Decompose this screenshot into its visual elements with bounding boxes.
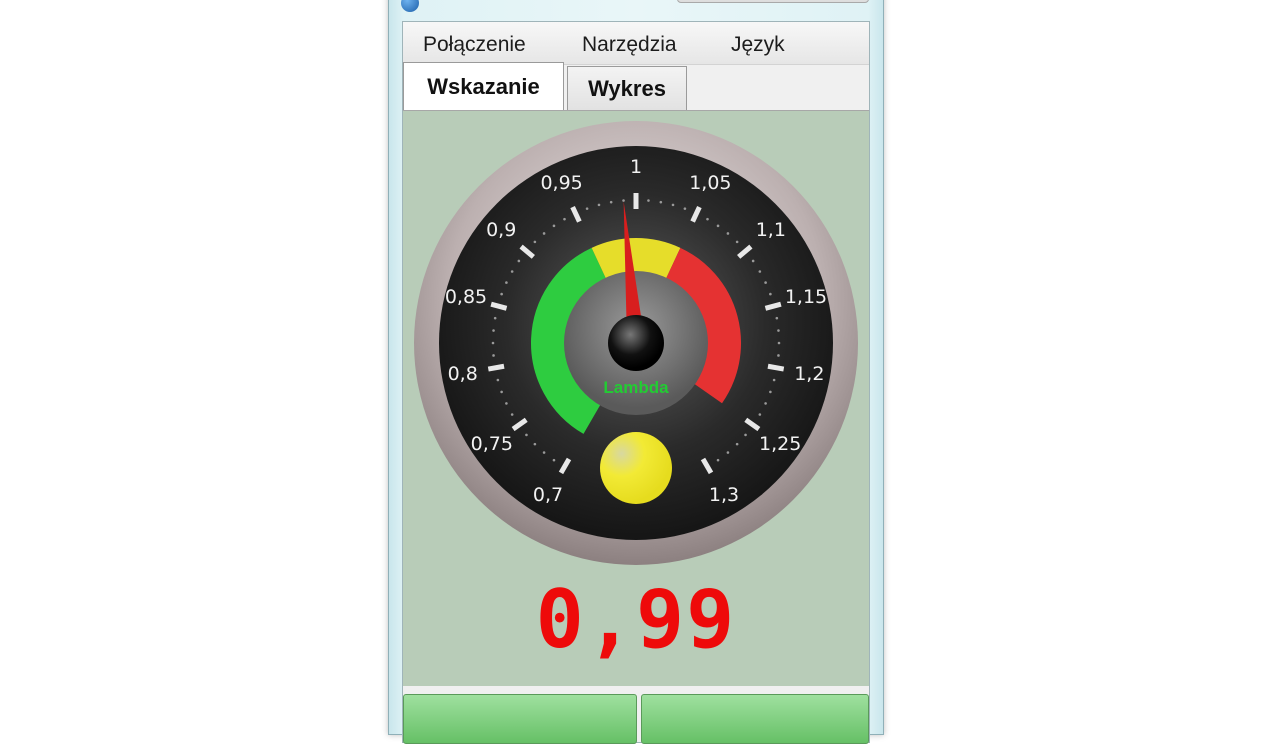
- gauge-tick-label: 0,85: [444, 286, 488, 309]
- gauge-tick-label: 1,1: [755, 218, 786, 241]
- gauge-tick-label: 1,05: [689, 172, 732, 195]
- gauge-minor-tick: [764, 281, 767, 284]
- gauge-minor-tick: [493, 316, 497, 320]
- gauge-minor-tick: [777, 341, 781, 345]
- gauge-minor-tick: [683, 207, 687, 210]
- gauge-minor-tick: [492, 354, 495, 357]
- gauge-minor-tick: [500, 390, 503, 394]
- gauge-minor-tick: [517, 259, 521, 263]
- gauge-minor-tick: [505, 402, 508, 405]
- gauge-zone-yellow: [591, 238, 681, 279]
- indicator-lamp: [600, 432, 672, 504]
- menu-item-jezyk[interactable]: Język: [731, 33, 785, 57]
- gauge-minor-tick: [609, 200, 613, 204]
- gauge-minor-tick: [510, 413, 514, 416]
- gauge-minor-tick: [552, 224, 556, 228]
- title-bar: [389, 0, 883, 19]
- gauge-minor-tick: [777, 329, 780, 332]
- gauge-minor-tick: [758, 270, 762, 273]
- window-controls[interactable]: [677, 0, 869, 3]
- gauge-minor-tick: [744, 433, 747, 437]
- gauge-minor-tick: [492, 329, 495, 332]
- gauge-minor-tick: [769, 292, 772, 296]
- gauge-tick-label: 1,15: [784, 286, 828, 309]
- gauge-minor-tick: [496, 378, 500, 382]
- gauge-minor-tick: [716, 458, 720, 462]
- gauge-minor-tick: [647, 199, 650, 202]
- gauge-tick-label: 1,3: [708, 484, 740, 507]
- client-area: Połączenie Narzędzia Język Wskazanie Wyk…: [402, 21, 870, 744]
- gauge-major-tick: [767, 363, 785, 372]
- gauge-major-tick: [487, 363, 505, 372]
- gauge-minor-tick: [764, 402, 767, 405]
- gauge-tick-label: 0,8: [447, 362, 478, 385]
- bottom-left-button[interactable]: [403, 694, 637, 744]
- gauge-minor-tick: [533, 442, 537, 446]
- app-window: Połączenie Narzędzia Język Wskazanie Wyk…: [388, 0, 884, 744]
- bottom-right-button[interactable]: [641, 694, 869, 744]
- tab-wykres[interactable]: Wykres: [567, 66, 687, 110]
- gauge-minor-tick: [622, 199, 625, 202]
- gauge-minor-tick: [659, 200, 663, 204]
- gauge-hub: [608, 315, 664, 371]
- gauge-minor-tick: [533, 240, 537, 244]
- app-icon: [401, 0, 419, 12]
- gauge-minor-tick: [735, 442, 739, 446]
- menu-bar: Połączenie Narzędzia Język: [403, 22, 869, 65]
- bottom-button-bar: [403, 688, 869, 748]
- gauge-minor-tick: [563, 217, 566, 221]
- gauge-minor-tick: [735, 240, 739, 244]
- tab-strip: Wskazanie Wykres: [403, 62, 869, 110]
- gauge-tick-label: 0,95: [540, 172, 583, 195]
- gauge-minor-tick: [777, 354, 780, 357]
- gauge-minor-tick: [552, 458, 556, 462]
- gauge-minor-tick: [769, 390, 772, 394]
- lambda-readout: 0,99: [535, 573, 737, 666]
- lambda-gauge: [414, 121, 858, 565]
- gauge-minor-tick: [585, 207, 589, 210]
- gauge-minor-tick: [772, 378, 776, 382]
- gauge-minor-tick: [542, 232, 546, 235]
- tab-wskazanie[interactable]: Wskazanie: [403, 62, 564, 110]
- gauge-tick-label: 0,75: [470, 432, 513, 455]
- gauge-minor-tick: [706, 217, 709, 221]
- gauge-tick-label: 0,9: [486, 218, 517, 241]
- gauge-minor-tick: [726, 451, 730, 454]
- gauge-minor-tick: [510, 270, 514, 273]
- gauge-tick-label: 1,2: [794, 362, 825, 385]
- gauge-minor-tick: [716, 224, 720, 228]
- gauge-minor-tick: [525, 433, 528, 437]
- gauge-minor-tick: [758, 413, 762, 416]
- gauge-minor-tick: [491, 341, 495, 345]
- gauge-minor-tick: [505, 281, 508, 284]
- gauge-minor-tick: [775, 316, 779, 320]
- gauge-minor-tick: [542, 451, 546, 454]
- gauge-minor-tick: [500, 292, 503, 296]
- gauge-minor-tick: [671, 203, 675, 207]
- gauge-tick-label: 1: [629, 156, 643, 178]
- gauge-minor-tick: [751, 259, 755, 263]
- menu-item-polaczenie[interactable]: Połączenie: [423, 33, 526, 57]
- gauge-tick-label: 1,25: [759, 432, 802, 455]
- gauge-tick-label: 0,7: [532, 484, 564, 507]
- indicator-panel: 0,7 0,75 0,8 0,85 0,9 0,95 1 1,05 1,1 1,15 1,2 1,25…: [403, 110, 869, 686]
- menu-item-narzedzia[interactable]: Narzędzia: [582, 33, 677, 57]
- gauge-minor-tick: [597, 203, 601, 207]
- gauge-caption: Lambda: [603, 378, 669, 397]
- gauge-minor-tick: [726, 232, 730, 235]
